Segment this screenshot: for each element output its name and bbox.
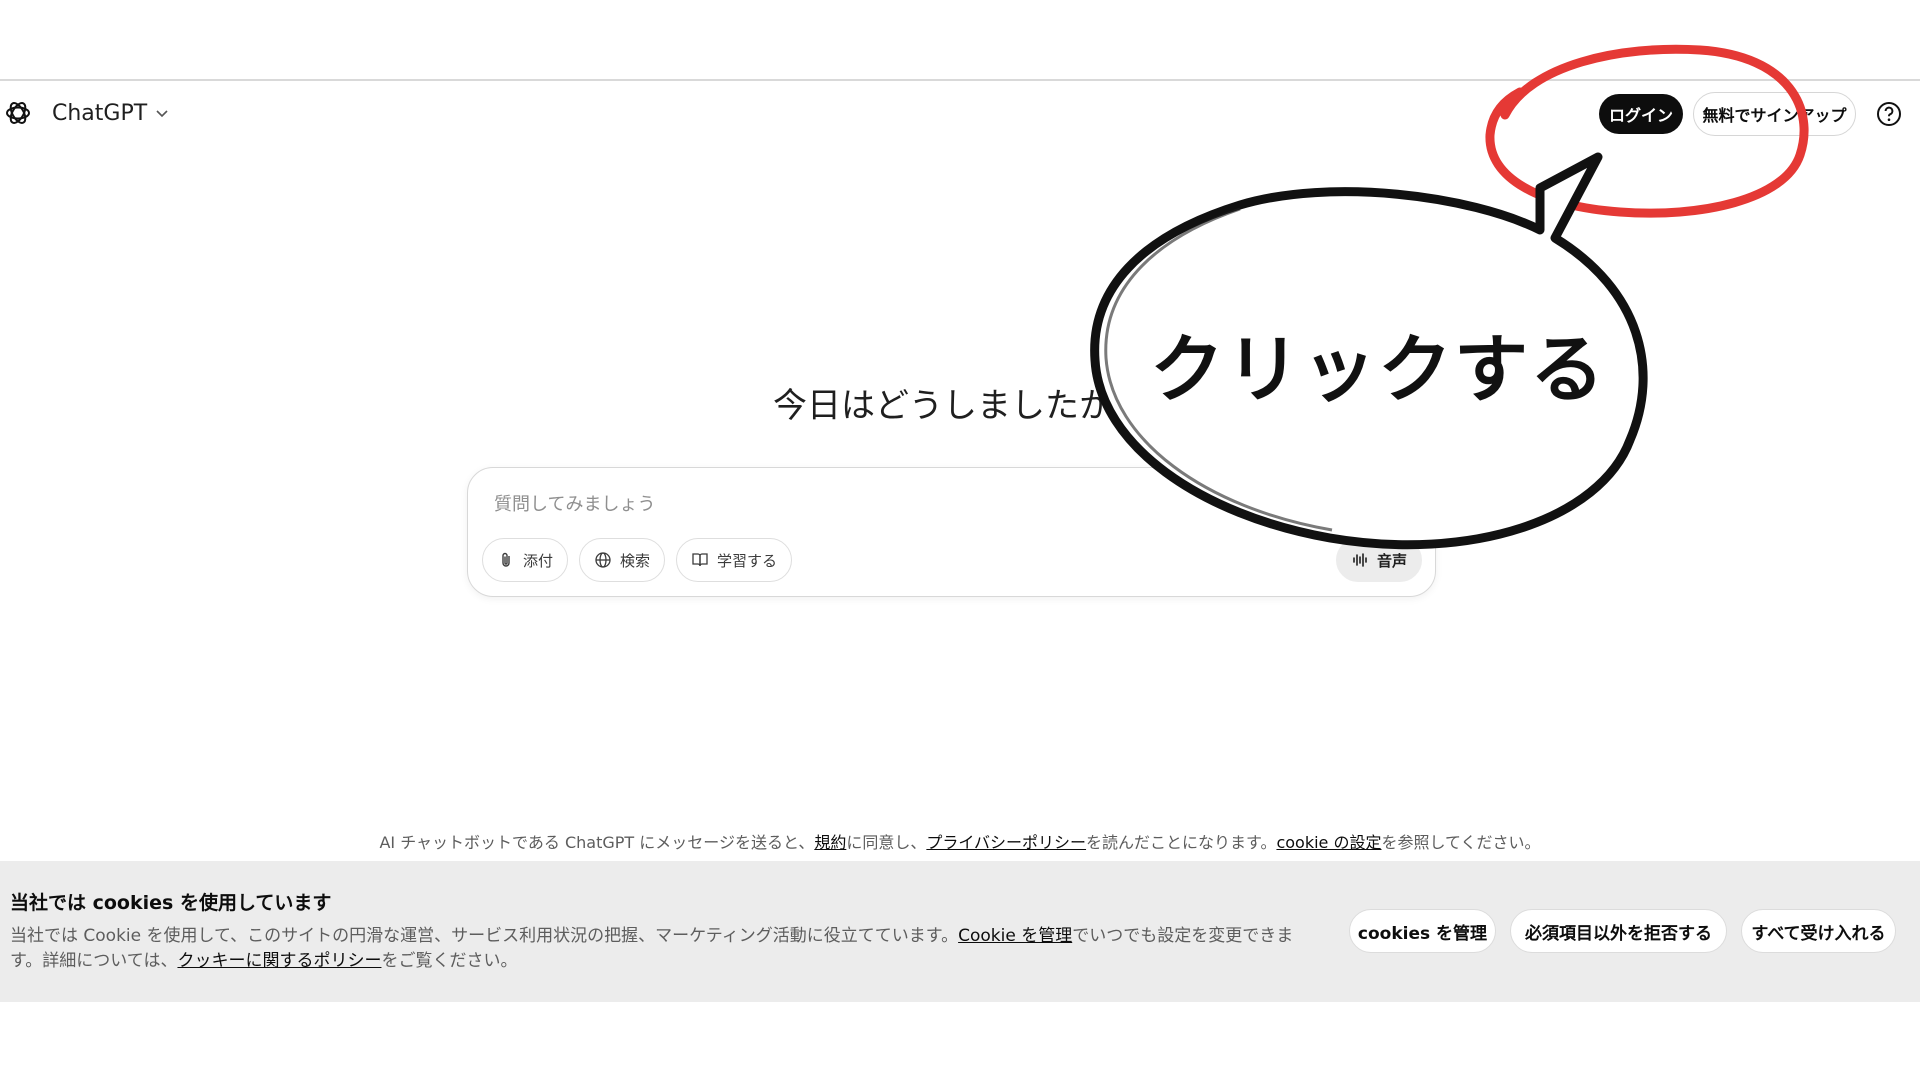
message-composer[interactable]: 質問してみましょう 添付 検索 学習する 音声: [467, 467, 1436, 597]
login-button[interactable]: ログイン: [1599, 94, 1683, 134]
openai-logo-icon: [6, 102, 30, 124]
voice-wave-icon: [1353, 553, 1367, 567]
brand-name: ChatGPT: [52, 100, 148, 126]
cookie-text: をご覧ください。: [381, 951, 518, 971]
terms-text: に同意し、: [846, 833, 927, 852]
message-input[interactable]: 質問してみましょう: [494, 490, 655, 516]
privacy-policy-link[interactable]: プライバシーポリシー: [926, 833, 1086, 852]
accept-all-button[interactable]: すべて受け入れる: [1741, 909, 1896, 953]
learn-label: 学習する: [717, 551, 778, 570]
terms-notice: AI チャットボットである ChatGPT にメッセージを送ると、規約に同意し、…: [0, 829, 1920, 853]
cookie-banner: 当社では cookies を使用しています 当社では Cookie を使用して、…: [0, 861, 1920, 1002]
terms-text: AI チャットボットである ChatGPT にメッセージを送ると、: [379, 833, 815, 852]
learn-button[interactable]: 学習する: [676, 538, 793, 582]
search-button[interactable]: 検索: [579, 538, 666, 582]
help-icon[interactable]: [1876, 101, 1902, 127]
manage-cookies-button[interactable]: cookies を管理: [1349, 909, 1496, 953]
search-label: 検索: [620, 551, 651, 570]
cookie-policy-link[interactable]: クッキーに関するポリシー: [177, 951, 381, 971]
attach-label: 添付: [523, 551, 554, 570]
book-icon: [692, 553, 708, 567]
cookie-settings-link[interactable]: cookie の設定: [1276, 833, 1381, 852]
page-headline: 今日はどうしましたか？: [773, 386, 1147, 426]
cookie-description: 当社では Cookie を使用して、このサイトの円滑な運営、サービス利用状況の把…: [10, 924, 1310, 974]
reject-nonessential-button[interactable]: 必須項目以外を拒否する: [1510, 909, 1727, 953]
voice-button[interactable]: 音声: [1336, 538, 1423, 582]
cookie-text: 当社では Cookie を使用して、このサイトの円滑な運営、サービス利用状況の把…: [10, 926, 959, 946]
manage-cookies-link[interactable]: Cookie を管理: [958, 926, 1072, 946]
top-divider: [0, 79, 1920, 81]
chevron-down-icon: [156, 110, 168, 118]
globe-icon: [595, 552, 611, 568]
terms-text: を参照してください。: [1381, 833, 1541, 852]
model-switcher[interactable]: ChatGPT: [4, 99, 169, 127]
terms-link[interactable]: 規約: [814, 833, 846, 852]
signup-button[interactable]: 無料でサインアップ: [1693, 92, 1856, 136]
paperclip-icon: [502, 552, 510, 567]
annotation-text: クリックする: [1150, 327, 1606, 413]
terms-text: を読んだことになります。: [1086, 833, 1277, 852]
cookie-title: 当社では cookies を使用しています: [10, 892, 332, 914]
attach-button[interactable]: 添付: [482, 538, 569, 582]
voice-label: 音声: [1377, 551, 1408, 570]
